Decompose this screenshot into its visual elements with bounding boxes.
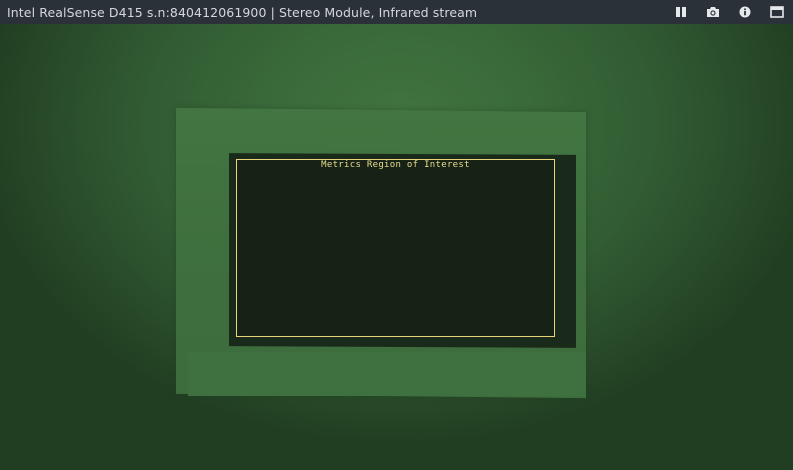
maximize-icon [770,6,784,18]
roi-label: Metrics Region of Interest [321,160,470,170]
stream-toolbar [665,0,793,24]
info-icon [739,6,751,18]
camera-icon [706,6,720,18]
pause-icon [675,6,687,18]
pause-button[interactable] [665,0,697,24]
stream-viewer: Intel RealSense D415 s.n:840412061900 | … [0,0,793,470]
paper-target-lower [188,352,586,396]
snapshot-button[interactable] [697,0,729,24]
stream-title-bar: Intel RealSense D415 s.n:840412061900 | … [0,0,793,24]
stream-title: Intel RealSense D415 s.n:840412061900 | … [7,4,478,20]
metrics-roi-box[interactable]: Metrics Region of Interest [236,159,555,337]
infrared-stream-image[interactable]: Metrics Region of Interest [0,24,793,470]
maximize-button[interactable] [761,0,793,24]
info-button[interactable] [729,0,761,24]
